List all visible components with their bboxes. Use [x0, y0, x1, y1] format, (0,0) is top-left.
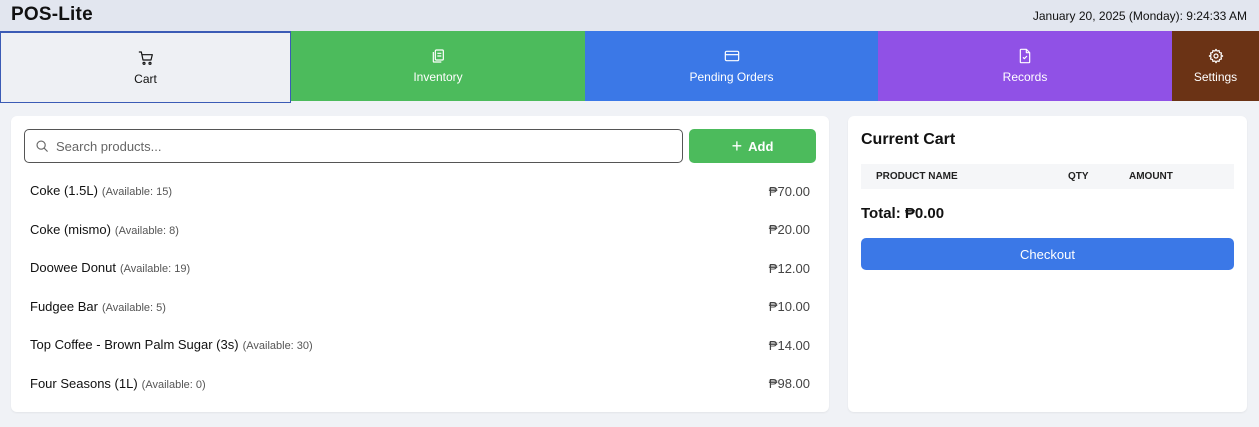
list-item[interactable]: Four Seasons (1L) (Available: 0) ₱98.00 [30, 365, 810, 404]
product-list: Coke (1.5L) (Available: 15) ₱70.00 Coke (… [30, 172, 810, 403]
product-availability: (Available: 30) [242, 340, 313, 353]
add-button-label: Add [748, 138, 774, 154]
list-item[interactable]: Fudgee Bar (Available: 5) ₱10.00 [30, 288, 810, 327]
list-item[interactable]: Top Coffee - Brown Palm Sugar (3s) (Avail… [30, 326, 810, 365]
product-price: ₱20.00 [768, 222, 810, 238]
cart-panel: Current Cart PRODUCT NAME QTY AMOUNT Tot… [848, 116, 1247, 412]
product-availability: (Available: 15) [101, 186, 173, 199]
app-title: POS-Lite [11, 4, 93, 25]
product-name: Fudgee Bar [30, 298, 98, 314]
plus-icon: + [731, 136, 743, 156]
datetime-display: January 20, 2025 (Monday): 9:24:33 AM [1032, 9, 1247, 23]
cart-title: Current Cart [861, 131, 956, 148]
credit-card-icon [724, 50, 739, 62]
product-name: Four Seasons (1L) [30, 375, 138, 391]
product-price: ₱70.00 [768, 183, 810, 199]
tab-label: Inventory [413, 70, 463, 84]
product-name: Doowee Donut [30, 260, 116, 276]
list-item[interactable]: Coke (mismo) (Available: 8) ₱20.00 [30, 211, 810, 250]
product-availability: (Available: 0) [141, 378, 206, 391]
product-availability: (Available: 5) [101, 301, 166, 314]
tab-label: Settings [1193, 70, 1238, 84]
tab-pending-orders[interactable]: Pending Orders [585, 31, 878, 101]
list-item[interactable]: Doowee Donut (Available: 19) ₱12.00 [30, 249, 810, 288]
tab-label: Pending Orders [689, 70, 774, 84]
product-price: ₱12.00 [768, 260, 810, 276]
cart-total: Total: ₱0.00 [861, 205, 945, 222]
search-box [24, 129, 683, 163]
product-price: ₱98.00 [768, 376, 810, 392]
tab-cart[interactable]: Cart [0, 31, 291, 103]
product-name: Top Coffee - Brown Palm Sugar (3s) [30, 337, 239, 353]
tab-label: Cart [134, 71, 157, 86]
products-panel: + Add Coke (1.5L)(Available: 15) ₱70.00 … [11, 116, 829, 412]
tab-inventory[interactable]: Inventory [291, 31, 585, 101]
cart-icon [138, 50, 153, 65]
product-name: Coke (1.5L) [30, 183, 98, 199]
search-icon [36, 140, 48, 152]
gear-icon [1208, 48, 1223, 64]
add-button[interactable]: + Add [689, 129, 816, 163]
product-name: Coke (mismo) [30, 221, 111, 237]
column-header-qty: QTY [1068, 171, 1089, 182]
tab-settings[interactable]: Settings [1172, 31, 1259, 101]
column-header-product-name: PRODUCT NAME [876, 171, 958, 182]
product-availability: (Available: 19) [120, 263, 191, 276]
main-tabs: Cart Inventory Pending Orders Records Se… [0, 31, 1259, 103]
tab-label: Records [1002, 70, 1048, 84]
inventory-icon [432, 49, 444, 63]
column-header-amount: AMOUNT [1129, 171, 1173, 182]
search-input[interactable] [56, 131, 676, 161]
tab-records[interactable]: Records [878, 31, 1172, 101]
cart-table-header: PRODUCT NAME QTY AMOUNT [861, 164, 1234, 189]
product-price: ₱14.00 [768, 337, 810, 353]
document-icon [1019, 48, 1031, 64]
title-bar: POS-Lite January 20, 2025 (Monday): 9:24… [0, 0, 1259, 31]
product-price: ₱10.00 [768, 299, 810, 315]
checkout-button[interactable]: Checkout [861, 238, 1234, 270]
list-item[interactable]: Coke (1.5L) (Available: 15) ₱70.00 [30, 172, 810, 211]
product-availability: (Available: 8) [114, 224, 179, 237]
